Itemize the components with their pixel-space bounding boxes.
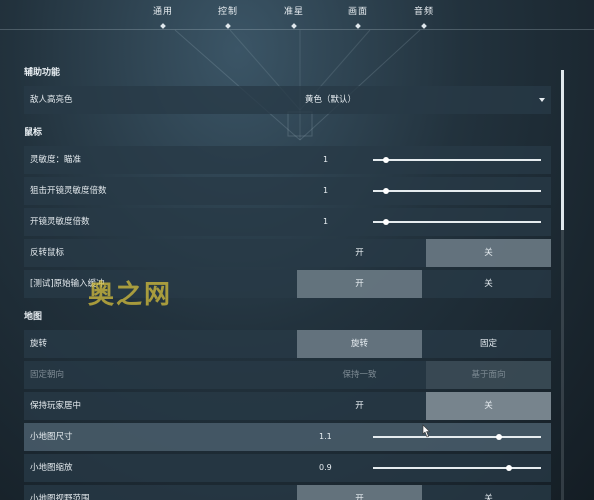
tab-controls[interactable]: 控制 — [208, 4, 248, 29]
mouse-cursor-icon — [422, 424, 431, 438]
tab-indicator-icon — [291, 23, 297, 29]
setting-label: 反转鼠标 — [30, 248, 65, 258]
toggle-on-button[interactable]: 开 — [297, 392, 422, 420]
settings-scrollbar[interactable] — [561, 70, 564, 500]
enemy-highlight-dropdown[interactable]: 黄色（默认） — [297, 86, 551, 114]
dropdown-value: 黄色（默认） — [305, 95, 357, 105]
setting-row-fixed-orientation: 固定朝向 保持一致 基于面向 — [24, 361, 551, 389]
slider-track[interactable] — [373, 219, 541, 225]
settings-tab-bar: 通用 控制 准星 画面 音频 — [0, 0, 594, 32]
tab-indicator-icon — [160, 23, 166, 29]
setting-row-minimap-size: 小地图尺寸 1.1 — [24, 423, 551, 451]
slider-knob[interactable] — [506, 465, 513, 471]
setting-label: 小地图尺寸 — [30, 432, 73, 442]
slider-value: 1 — [323, 217, 329, 226]
tab-general[interactable]: 通用 — [143, 4, 183, 29]
slider-knob[interactable] — [383, 188, 390, 194]
setting-label: 固定朝向 — [30, 370, 65, 380]
toggle-on-button[interactable]: 开 — [297, 485, 422, 500]
sniper-scope-slider[interactable]: 1 — [297, 177, 551, 205]
toggle-off-button[interactable]: 关 — [426, 485, 551, 500]
tab-indicator-icon — [355, 23, 361, 29]
chevron-down-icon — [539, 98, 545, 102]
setting-row-scope-multiplier: 开镜灵敏度倍数 1 — [24, 208, 551, 236]
tab-divider — [0, 29, 594, 30]
toggle-on-button[interactable]: 开 — [297, 239, 422, 267]
scrollbar-thumb[interactable] — [561, 70, 564, 230]
slider-knob[interactable] — [383, 157, 390, 163]
slider-value: 1.1 — [319, 432, 332, 441]
toggle-fixed-button[interactable]: 固定 — [426, 330, 551, 358]
slider-value: 0.9 — [319, 463, 332, 472]
tab-crosshair-label: 准星 — [283, 7, 304, 17]
setting-label: 开镜灵敏度倍数 — [30, 217, 90, 227]
setting-row-keep-player-centered: 保持玩家居中 开 关 — [24, 392, 551, 420]
setting-row-map-rotate: 旋转 旋转 固定 — [24, 330, 551, 358]
map-rotate-toggle: 旋转 固定 — [297, 330, 551, 358]
tab-indicator-icon — [225, 23, 231, 29]
aim-sensitivity-slider[interactable]: 1 — [297, 146, 551, 174]
slider-value: 1 — [323, 155, 329, 164]
setting-row-enemy-highlight: 敌人高亮色 黄色（默认） — [24, 86, 551, 114]
toggle-off-button[interactable]: 关 — [426, 239, 551, 267]
raw-input-toggle: 开 关 — [297, 270, 551, 298]
setting-row-minimap-vision: 小地图视野范围 开 关 — [24, 485, 551, 500]
toggle-off-button[interactable]: 关 — [426, 270, 551, 298]
slider-track[interactable] — [373, 188, 541, 194]
setting-label: 灵敏度：瞄准 — [30, 155, 82, 165]
tab-video[interactable]: 画面 — [338, 4, 378, 29]
section-title-accessibility: 辅助功能 — [24, 68, 61, 78]
slider-track[interactable] — [373, 465, 541, 471]
tab-audio[interactable]: 音频 — [404, 4, 444, 29]
setting-label: 旋转 — [30, 339, 48, 349]
tab-video-label: 画面 — [347, 7, 368, 17]
keep-player-centered-toggle: 开 关 — [297, 392, 551, 420]
minimap-zoom-slider[interactable]: 0.9 — [297, 454, 551, 482]
setting-row-invert-mouse: 反转鼠标 开 关 — [24, 239, 551, 267]
setting-label: 小地图缩放 — [30, 463, 73, 473]
setting-label: 小地图视野范围 — [30, 494, 90, 500]
slider-track[interactable] — [373, 157, 541, 163]
toggle-consistent-button: 保持一致 — [342, 370, 377, 380]
tab-audio-label: 音频 — [413, 7, 434, 17]
toggle-off-button[interactable]: 关 — [426, 392, 551, 420]
tab-controls-label: 控制 — [217, 7, 238, 17]
tab-crosshair[interactable]: 准星 — [274, 4, 314, 29]
toggle-rotate-button[interactable]: 旋转 — [297, 330, 422, 358]
setting-row-sniper-scope-multiplier: 狙击开镜灵敏度倍数 1 — [24, 177, 551, 205]
setting-label: 敌人高亮色 — [30, 95, 73, 105]
tab-indicator-icon — [421, 23, 427, 29]
watermark-logo: 奥之网 — [88, 280, 173, 310]
section-title-mouse: 鼠标 — [24, 128, 43, 138]
scope-sensitivity-slider[interactable]: 1 — [297, 208, 551, 236]
slider-knob[interactable] — [383, 219, 390, 225]
setting-label: 狙击开镜灵敏度倍数 — [30, 186, 107, 196]
setting-label: 保持玩家居中 — [30, 401, 82, 411]
slider-track[interactable] — [373, 434, 541, 440]
setting-row-minimap-zoom: 小地图缩放 0.9 — [24, 454, 551, 482]
toggle-on-button[interactable]: 开 — [297, 270, 422, 298]
slider-knob[interactable] — [496, 434, 502, 440]
tab-general-label: 通用 — [152, 7, 173, 17]
slider-value: 1 — [323, 186, 329, 195]
toggle-facing-button: 基于面向 — [426, 361, 551, 389]
invert-mouse-toggle: 开 关 — [297, 239, 551, 267]
setting-row-aim-sensitivity: 灵敏度：瞄准 1 — [24, 146, 551, 174]
minimap-vision-toggle: 开 关 — [297, 485, 551, 500]
fixed-orientation-toggle: 保持一致 基于面向 — [297, 361, 551, 389]
